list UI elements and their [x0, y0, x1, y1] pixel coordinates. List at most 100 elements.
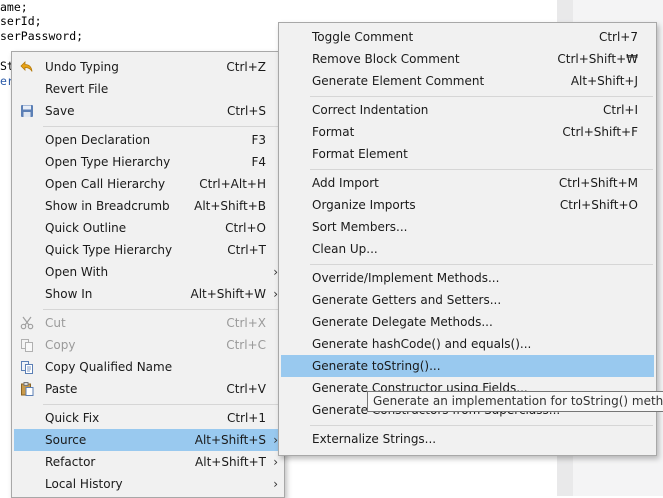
menu-item-externalize-strings[interactable]: Externalize Strings...: [281, 428, 654, 450]
menu-item-label: Add Import: [312, 176, 379, 190]
menu-item-label: Quick Fix: [45, 411, 100, 425]
copy-icon: [19, 337, 35, 353]
menu-item-label: Local History: [45, 477, 123, 491]
menu-item-paste[interactable]: Paste Ctrl+V: [14, 378, 282, 400]
menu-item-show-in-breadcrumb[interactable]: Show in Breadcrumb Alt+Shift+B: [14, 195, 282, 217]
menu-item-shortcut: Ctrl+Shift+F: [562, 125, 638, 139]
context-menu: Undo Typing Ctrl+Z Revert File Save Ctrl…: [11, 51, 285, 498]
menu-item-open-with[interactable]: Open With ›: [14, 261, 282, 283]
menu-item-label: Source: [45, 433, 87, 447]
menu-item-copy-qualified-name[interactable]: Copy Qualified Name: [14, 356, 282, 378]
menu-item-clean-up[interactable]: Clean Up...: [281, 238, 654, 260]
menu-separator: [310, 425, 653, 426]
code-line: serId;: [0, 14, 42, 28]
menu-item-open-type-hierarchy[interactable]: Open Type Hierarchy F4: [14, 151, 282, 173]
menu-separator: [43, 126, 281, 127]
menu-item-sort-members[interactable]: Sort Members...: [281, 216, 654, 238]
menu-item-generate-tostring[interactable]: Generate toString()...: [281, 355, 654, 377]
menu-item-label: Show In: [45, 287, 93, 301]
menu-separator: [43, 404, 281, 405]
menu-item-label: Generate Delegate Methods...: [312, 315, 493, 329]
menu-item-label: Clean Up...: [312, 242, 378, 256]
menu-item-show-in[interactable]: Show In Alt+Shift+W ›: [14, 283, 282, 305]
menu-item-shortcut: Ctrl+I: [603, 103, 638, 117]
menu-item-shortcut: Ctrl+X: [226, 316, 266, 330]
menu-item-shortcut: Ctrl+1: [226, 411, 266, 425]
save-icon: [19, 103, 35, 119]
menu-item-shortcut: Ctrl+C: [226, 338, 266, 352]
menu-item-open-declaration[interactable]: Open Declaration F3: [14, 129, 282, 151]
menu-item-label: Generate Element Comment: [312, 74, 485, 88]
menu-item-quick-outline[interactable]: Quick Outline Ctrl+O: [14, 217, 282, 239]
menu-item-undo-typing[interactable]: Undo Typing Ctrl+Z: [14, 56, 282, 78]
menu-item-quick-type-hierarchy[interactable]: Quick Type Hierarchy Ctrl+T: [14, 239, 282, 261]
menu-item-label: Remove Block Comment: [312, 52, 460, 66]
menu-item-label: Revert File: [45, 82, 109, 96]
menu-item-label: Undo Typing: [45, 60, 119, 74]
menu-item-shortcut: F3: [251, 133, 266, 147]
menu-item-copy[interactable]: Copy Ctrl+C: [14, 334, 282, 356]
menu-item-label: Sort Members...: [312, 220, 408, 234]
menu-item-label: Cut: [45, 316, 66, 330]
menu-item-shortcut: Alt+Shift+S: [194, 433, 266, 447]
cut-icon: [19, 315, 35, 331]
menu-item-label: Override/Implement Methods...: [312, 271, 500, 285]
menu-item-override-implement-methods[interactable]: Override/Implement Methods...: [281, 267, 654, 289]
menu-item-shortcut: Alt+Shift+B: [194, 199, 266, 213]
menu-separator: [43, 309, 281, 310]
menu-item-shortcut: Ctrl+Shift+₩: [557, 52, 638, 66]
menu-item-cut[interactable]: Cut Ctrl+X: [14, 312, 282, 334]
menu-item-shortcut: Ctrl+T: [227, 243, 266, 257]
menu-item-label: Copy: [45, 338, 76, 352]
menu-item-generate-getters-setters[interactable]: Generate Getters and Setters...: [281, 289, 654, 311]
menu-item-label: Externalize Strings...: [312, 432, 437, 446]
menu-separator: [310, 169, 653, 170]
menu-item-label: Quick Outline: [45, 221, 127, 235]
menu-item-shortcut: Alt+Shift+J: [570, 74, 638, 88]
menu-item-generate-hashcode-equals[interactable]: Generate hashCode() and equals()...: [281, 333, 654, 355]
menu-item-label: Open With: [45, 265, 109, 279]
menu-item-source[interactable]: Source Alt+Shift+S ›: [14, 429, 282, 451]
menu-item-correct-indentation[interactable]: Correct Indentation Ctrl+I: [281, 99, 654, 121]
menu-item-label: Format Element: [312, 147, 408, 161]
menu-item-open-call-hierarchy[interactable]: Open Call Hierarchy Ctrl+Alt+H: [14, 173, 282, 195]
menu-item-generate-delegate-methods[interactable]: Generate Delegate Methods...: [281, 311, 654, 333]
menu-item-format-element[interactable]: Format Element: [281, 143, 654, 165]
menu-item-shortcut: F4: [251, 155, 266, 169]
paste-icon: [19, 381, 35, 397]
menu-item-label: Format: [312, 125, 355, 139]
menu-item-label: Generate hashCode() and equals()...: [312, 337, 532, 351]
menu-item-generate-element-comment[interactable]: Generate Element Comment Alt+Shift+J: [281, 70, 654, 92]
code-fragment: St: [0, 59, 11, 73]
submenu-arrow-icon: ›: [273, 477, 278, 491]
menu-item-remove-block-comment[interactable]: Remove Block Comment Ctrl+Shift+₩: [281, 48, 654, 70]
menu-item-label: Open Call Hierarchy: [45, 177, 166, 191]
menu-item-shortcut: Alt+Shift+W: [190, 287, 267, 301]
tooltip: Generate an implementation for toString(…: [367, 391, 663, 412]
menu-item-shortcut: Ctrl+S: [226, 104, 266, 118]
menu-item-add-import[interactable]: Add Import Ctrl+Shift+M: [281, 172, 654, 194]
copy-qualified-name-icon: [19, 359, 35, 375]
menu-item-revert-file[interactable]: Revert File: [14, 78, 282, 100]
menu-separator: [310, 96, 653, 97]
menu-item-label: Quick Type Hierarchy: [45, 243, 173, 257]
menu-item-label: Generate toString()...: [312, 359, 441, 373]
code-line: serPassword;: [0, 29, 84, 43]
menu-item-quick-fix[interactable]: Quick Fix Ctrl+1: [14, 407, 282, 429]
menu-item-shortcut: Ctrl+7: [598, 30, 638, 44]
menu-item-shortcut: Ctrl+O: [225, 221, 266, 235]
menu-item-save[interactable]: Save Ctrl+S: [14, 100, 282, 122]
menu-item-toggle-comment[interactable]: Toggle Comment Ctrl+7: [281, 26, 654, 48]
menu-item-label: Organize Imports: [312, 198, 416, 212]
menu-item-local-history[interactable]: Local History ›: [14, 473, 282, 495]
menu-item-format[interactable]: Format Ctrl+Shift+F: [281, 121, 654, 143]
menu-item-shortcut: Ctrl+Z: [226, 60, 266, 74]
menu-separator: [310, 264, 653, 265]
menu-item-shortcut: Ctrl+Shift+O: [559, 198, 638, 212]
menu-item-refactor[interactable]: Refactor Alt+Shift+T ›: [14, 451, 282, 473]
menu-item-label: Toggle Comment: [312, 30, 414, 44]
menu-item-organize-imports[interactable]: Organize Imports Ctrl+Shift+O: [281, 194, 654, 216]
undo-icon: [19, 59, 35, 75]
menu-item-label: Save: [45, 104, 75, 118]
menu-item-shortcut: Ctrl+Shift+M: [558, 176, 638, 190]
